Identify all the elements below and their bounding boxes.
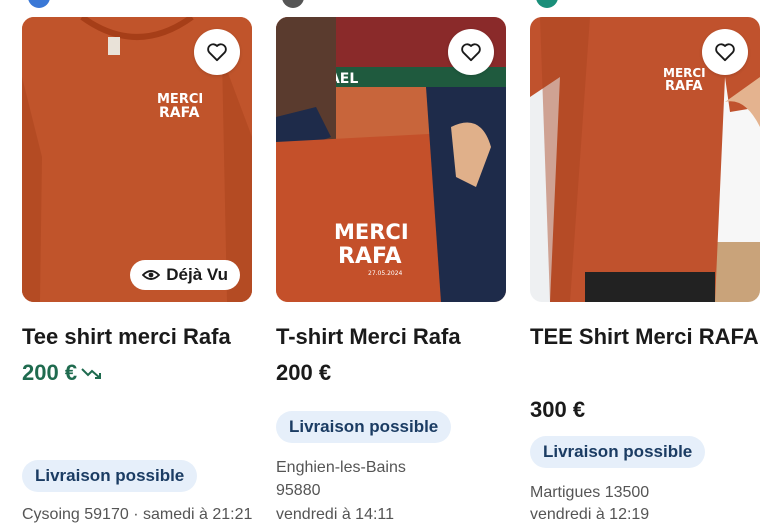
listing-card[interactable]: FAEL MERCI RAFA 27.05.2024 T-shirt Merci… [276, 0, 506, 523]
seen-badge: Déjà Vu [130, 260, 240, 290]
location-text: Cysoing 59170 · samedi à 21:21 [22, 506, 253, 523]
avatar [28, 0, 50, 8]
delivery-badge: Livraison possible [22, 460, 198, 492]
listing-photo[interactable]: FAEL MERCI RAFA 27.05.2024 [276, 17, 506, 302]
location-text: Martigues 13500 [530, 484, 650, 501]
listing-price: 200 € [276, 360, 332, 385]
shirt-print-line2: RAFA [665, 79, 703, 94]
avatar [536, 0, 558, 8]
listing-title[interactable]: Tee shirt merci Rafa [22, 318, 252, 355]
listing-title[interactable]: TEE Shirt Merci RAFA [530, 318, 760, 355]
listing-photo[interactable]: MERCI RAFA [530, 17, 760, 302]
location-line: 95880 [276, 482, 321, 499]
listing-price: 300 € [530, 397, 586, 422]
favorite-button[interactable] [702, 29, 748, 75]
listing-card[interactable]: MERCI RAFA Déjà Vu Tee shirt merci Rafa … [22, 0, 252, 523]
trend-down-icon [81, 368, 102, 379]
posted-time: vendredi à 14:11 [276, 506, 395, 523]
avatar [282, 0, 304, 8]
shirt-print-line1: MERCI [334, 220, 409, 244]
shirt-print-date: 27.05.2024 [368, 270, 403, 277]
heart-icon [715, 43, 735, 62]
location-line: Enghien-les-Bains [276, 459, 406, 476]
eye-icon [142, 270, 161, 280]
shirt-print-line1: MERCI [663, 66, 706, 80]
shirt-print-line2: RAFA [338, 244, 402, 269]
listing-price: 200 € [22, 359, 103, 387]
heart-icon [207, 43, 227, 62]
posted-time: vendredi à 12:19 [530, 506, 650, 523]
location-text: Enghien-les-Bains 95880 [276, 456, 506, 502]
listing-card[interactable]: MERCI RAFA TEE Shirt Merci RAFA 300 € Li… [530, 0, 760, 523]
listing-title[interactable]: T-shirt Merci Rafa [276, 318, 506, 355]
delivery-badge: Livraison possible [530, 436, 706, 468]
heart-icon [461, 43, 481, 62]
favorite-button[interactable] [448, 29, 494, 75]
delivery-badge: Livraison possible [276, 411, 452, 443]
price-value: 200 € [22, 360, 78, 385]
seen-label: Déjà Vu [166, 265, 228, 284]
shirt-print-line2: RAFA [159, 105, 200, 121]
listing-photo[interactable]: MERCI RAFA Déjà Vu [22, 17, 252, 302]
favorite-button[interactable] [194, 29, 240, 75]
